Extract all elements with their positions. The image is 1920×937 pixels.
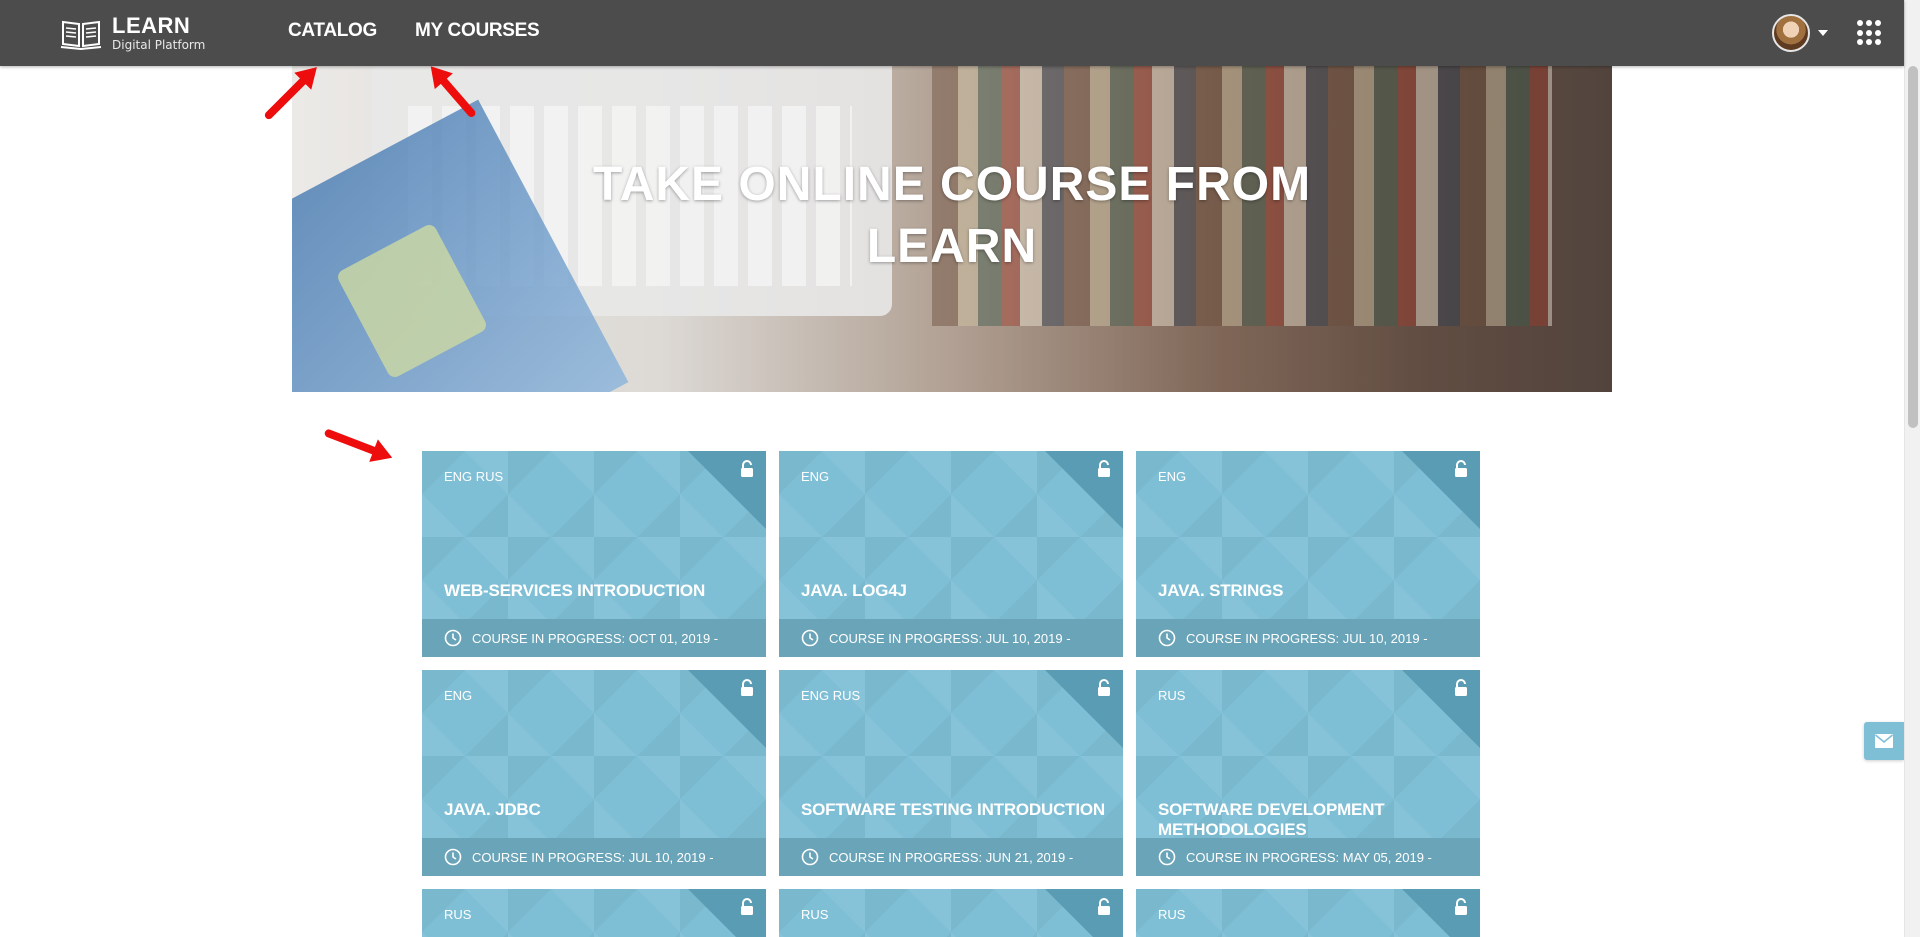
clock-icon: [1158, 629, 1176, 647]
course-card[interactable]: RUS: [779, 889, 1123, 937]
course-status: COURSE IN PROGRESS: JUL 10, 2019 -: [422, 838, 766, 876]
envelope-icon: [1874, 734, 1894, 748]
scrollbar[interactable]: [1904, 0, 1920, 937]
nav-my-courses[interactable]: MY COURSES: [415, 20, 540, 42]
nav-catalog[interactable]: CATALOG: [288, 20, 377, 42]
course-status: COURSE IN PROGRESS: JUL 10, 2019 -: [779, 619, 1123, 657]
course-language: ENG: [1158, 469, 1187, 484]
course-card[interactable]: ENG RUS WEB-SERVICES INTRODUCTION COURSE…: [422, 451, 766, 657]
course-language: ENG RUS: [801, 688, 861, 703]
course-status-text: COURSE IN PROGRESS: MAY 05, 2019 -: [1186, 849, 1432, 865]
hero-banner: TAKE ONLINE COURSE FROM LEARN: [292, 66, 1612, 392]
logo-subtitle: Digital Platform: [112, 38, 206, 52]
course-language: RUS: [1158, 907, 1186, 922]
logo-title: LEARN: [112, 13, 191, 38]
clock-icon: [444, 629, 462, 647]
course-title[interactable]: SOFTWARE TESTING INTRODUCTION: [801, 800, 1105, 820]
hero-title-line1: TAKE ONLINE COURSE FROM: [592, 158, 1312, 211]
course-language: RUS: [1158, 688, 1186, 703]
course-title[interactable]: JAVA. JDBC: [444, 800, 541, 820]
course-card[interactable]: ENG JAVA. LOG4J COURSE IN PROGRESS: JUL …: [779, 451, 1123, 657]
annotation-arrow-course-grid: [323, 428, 383, 458]
course-status-text: COURSE IN PROGRESS: JUN 21, 2019 -: [829, 849, 1074, 865]
course-grid: ENG RUS WEB-SERVICES INTRODUCTION COURSE…: [422, 451, 1480, 937]
unlock-icon: [1455, 679, 1467, 696]
chevron-down-icon[interactable]: [1818, 30, 1828, 36]
main-nav: CATALOG MY COURSES: [288, 20, 540, 42]
unlock-icon: [1098, 679, 1110, 696]
clock-icon: [444, 848, 462, 866]
course-status: COURSE IN PROGRESS: OCT 01, 2019 -: [422, 619, 766, 657]
user-avatar[interactable]: [1772, 14, 1810, 52]
unlock-icon: [741, 460, 753, 477]
course-card[interactable]: RUS: [422, 889, 766, 937]
course-title[interactable]: JAVA. LOG4J: [801, 581, 907, 601]
top-navigation-bar: LEARN Digital Platform CATALOG MY COURSE…: [0, 0, 1904, 66]
course-language: ENG: [801, 469, 830, 484]
course-status-text: COURSE IN PROGRESS: OCT 01, 2019 -: [472, 630, 719, 646]
course-status: COURSE IN PROGRESS: JUN 21, 2019 -: [779, 838, 1123, 876]
scrollbar-thumb[interactable]: [1908, 66, 1918, 428]
course-status-text: COURSE IN PROGRESS: JUL 10, 2019 -: [1186, 630, 1428, 646]
course-card[interactable]: ENG JAVA. STRINGS COURSE IN PROGRESS: JU…: [1136, 451, 1480, 657]
unlock-icon: [741, 898, 753, 915]
logo[interactable]: LEARN Digital Platform: [60, 14, 205, 52]
unlock-icon: [1455, 460, 1467, 477]
course-card[interactable]: ENG JAVA. JDBC COURSE IN PROGRESS: JUL 1…: [422, 670, 766, 876]
clock-icon: [801, 629, 819, 647]
course-language: RUS: [801, 907, 829, 922]
course-status: COURSE IN PROGRESS: MAY 05, 2019 -: [1136, 838, 1480, 876]
course-card[interactable]: RUS SOFTWARE DEVELOPMENT METHODOLOGIES C…: [1136, 670, 1480, 876]
clock-icon: [801, 848, 819, 866]
course-language: ENG: [444, 688, 473, 703]
course-status-text: COURSE IN PROGRESS: JUL 10, 2019 -: [829, 630, 1071, 646]
course-title[interactable]: SOFTWARE DEVELOPMENT METHODOLOGIES: [1158, 800, 1480, 840]
course-card[interactable]: RUS: [1136, 889, 1480, 937]
apps-grid-icon[interactable]: [1857, 20, 1881, 46]
book-icon: [60, 20, 102, 50]
course-status-text: COURSE IN PROGRESS: JUL 10, 2019 -: [472, 849, 714, 865]
course-language: ENG RUS: [444, 469, 504, 484]
unlock-icon: [741, 679, 753, 696]
course-title[interactable]: WEB-SERVICES INTRODUCTION: [444, 581, 705, 601]
course-card[interactable]: ENG RUS SOFTWARE TESTING INTRODUCTION CO…: [779, 670, 1123, 876]
course-status: COURSE IN PROGRESS: JUL 10, 2019 -: [1136, 619, 1480, 657]
hero-title: TAKE ONLINE COURSE FROM LEARN: [292, 154, 1612, 278]
course-language: RUS: [444, 907, 472, 922]
feedback-button[interactable]: [1864, 722, 1904, 760]
unlock-icon: [1098, 898, 1110, 915]
course-title[interactable]: JAVA. STRINGS: [1158, 581, 1283, 601]
unlock-icon: [1098, 460, 1110, 477]
clock-icon: [1158, 848, 1176, 866]
unlock-icon: [1455, 898, 1467, 915]
hero-title-line2: LEARN: [866, 220, 1038, 273]
logo-text: LEARN Digital Platform: [112, 13, 206, 53]
